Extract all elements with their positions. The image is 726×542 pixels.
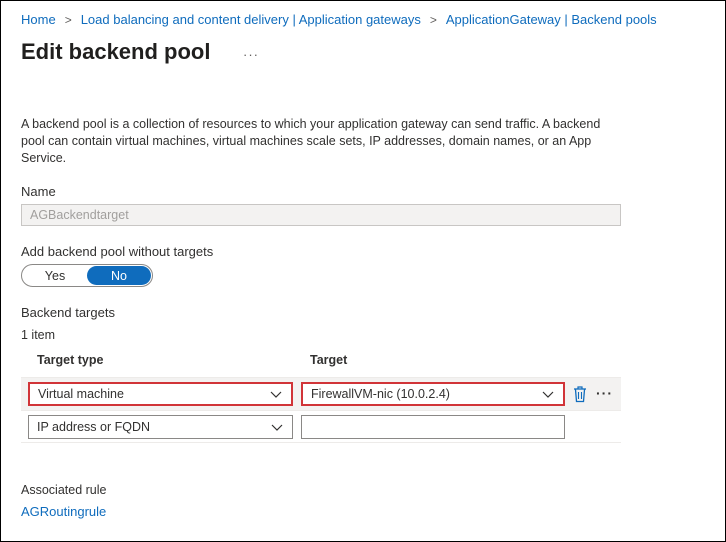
breadcrumb-separator: > <box>64 12 72 27</box>
window-frame: Home > Load balancing and content delive… <box>0 0 726 542</box>
associated-rule-label: Associated rule <box>21 483 107 497</box>
associated-rule-link[interactable]: AGRoutingrule <box>21 504 106 519</box>
column-header-target: Target <box>310 353 348 367</box>
backend-targets-label: Backend targets <box>21 305 115 320</box>
target-value: FirewallVM-nic (10.0.2.4) <box>311 387 450 401</box>
chevron-down-icon <box>271 424 283 431</box>
row-more-options-icon[interactable]: ··· <box>596 385 613 401</box>
target-input[interactable] <box>301 415 565 439</box>
delete-icon[interactable] <box>572 385 588 403</box>
toggle-option-no[interactable]: No <box>87 266 151 285</box>
pool-description: A backend pool is a collection of resour… <box>21 117 601 165</box>
chevron-down-icon <box>270 391 282 398</box>
toggle-option-yes[interactable]: Yes <box>23 266 87 285</box>
without-targets-toggle: Yes No <box>21 264 153 287</box>
breadcrumb: Home > Load balancing and content delive… <box>21 12 657 27</box>
row-divider <box>21 442 621 443</box>
breadcrumb-application-gateways[interactable]: Load balancing and content delivery | Ap… <box>81 12 421 27</box>
target-type-select[interactable]: IP address or FQDN <box>28 415 293 439</box>
target-type-value: Virtual machine <box>38 387 124 401</box>
chevron-down-icon <box>542 391 554 398</box>
breadcrumb-backend-pools[interactable]: ApplicationGateway | Backend pools <box>446 12 657 27</box>
without-targets-label: Add backend pool without targets <box>21 244 214 259</box>
more-options-icon[interactable]: ··· <box>243 47 259 62</box>
item-count: 1 item <box>21 328 56 342</box>
name-label: Name <box>21 184 56 199</box>
target-type-select[interactable]: Virtual machine <box>28 382 293 406</box>
name-field[interactable] <box>21 204 621 226</box>
breadcrumb-home[interactable]: Home <box>21 12 56 27</box>
column-header-target-type: Target type <box>37 353 104 367</box>
row-divider <box>21 410 621 411</box>
page-title: Edit backend pool <box>21 39 211 64</box>
target-select[interactable]: FirewallVM-nic (10.0.2.4) <box>301 382 565 406</box>
target-type-value: IP address or FQDN <box>37 420 151 434</box>
breadcrumb-separator: > <box>429 12 437 27</box>
